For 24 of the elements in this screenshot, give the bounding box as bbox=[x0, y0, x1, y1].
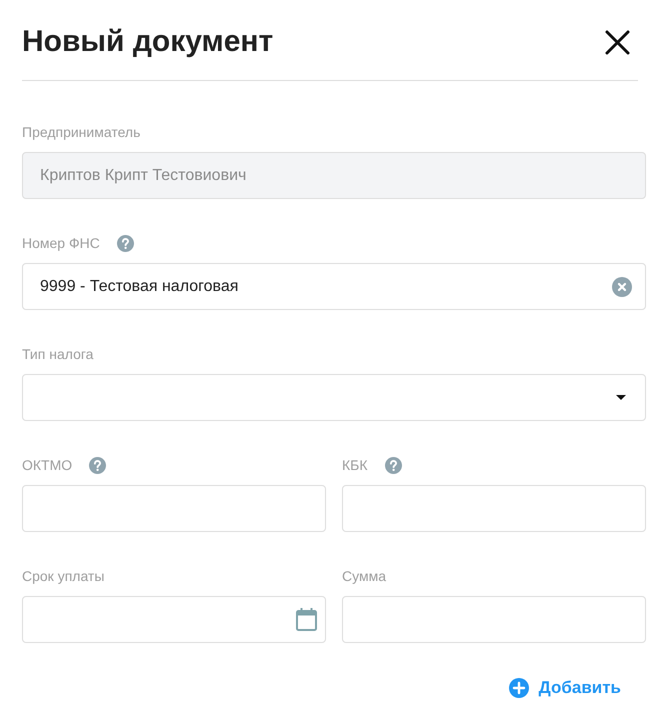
text-field[interactable] bbox=[22, 485, 326, 532]
date-field[interactable] bbox=[22, 596, 326, 643]
field-label: Предприниматель bbox=[22, 123, 140, 142]
text-field[interactable] bbox=[342, 596, 646, 643]
add-button[interactable]: Добавить bbox=[508, 676, 621, 700]
dialog-title: Новый документ bbox=[22, 24, 274, 60]
field-label: Сумма bbox=[342, 567, 386, 586]
field-label: Тип налога bbox=[22, 345, 94, 364]
field-label: ОКТМО bbox=[22, 456, 72, 475]
add-icon bbox=[508, 678, 529, 698]
close-icon bbox=[605, 30, 630, 54]
help-icon[interactable] bbox=[89, 456, 106, 474]
select-field[interactable] bbox=[22, 374, 646, 421]
text-field[interactable] bbox=[342, 485, 646, 532]
clear-icon[interactable] bbox=[612, 276, 632, 296]
field-label: Срок уплаты bbox=[22, 567, 104, 586]
field-label: Номер ФНС bbox=[22, 234, 100, 253]
close-button[interactable] bbox=[605, 30, 630, 54]
field-label: КБК bbox=[342, 456, 368, 475]
help-icon[interactable] bbox=[116, 234, 134, 252]
combo-field[interactable]: 9999 - Тестовая налоговая bbox=[22, 263, 646, 310]
help-icon[interactable] bbox=[384, 456, 402, 474]
calendar-icon[interactable] bbox=[296, 608, 317, 631]
caret-icon bbox=[616, 395, 626, 400]
